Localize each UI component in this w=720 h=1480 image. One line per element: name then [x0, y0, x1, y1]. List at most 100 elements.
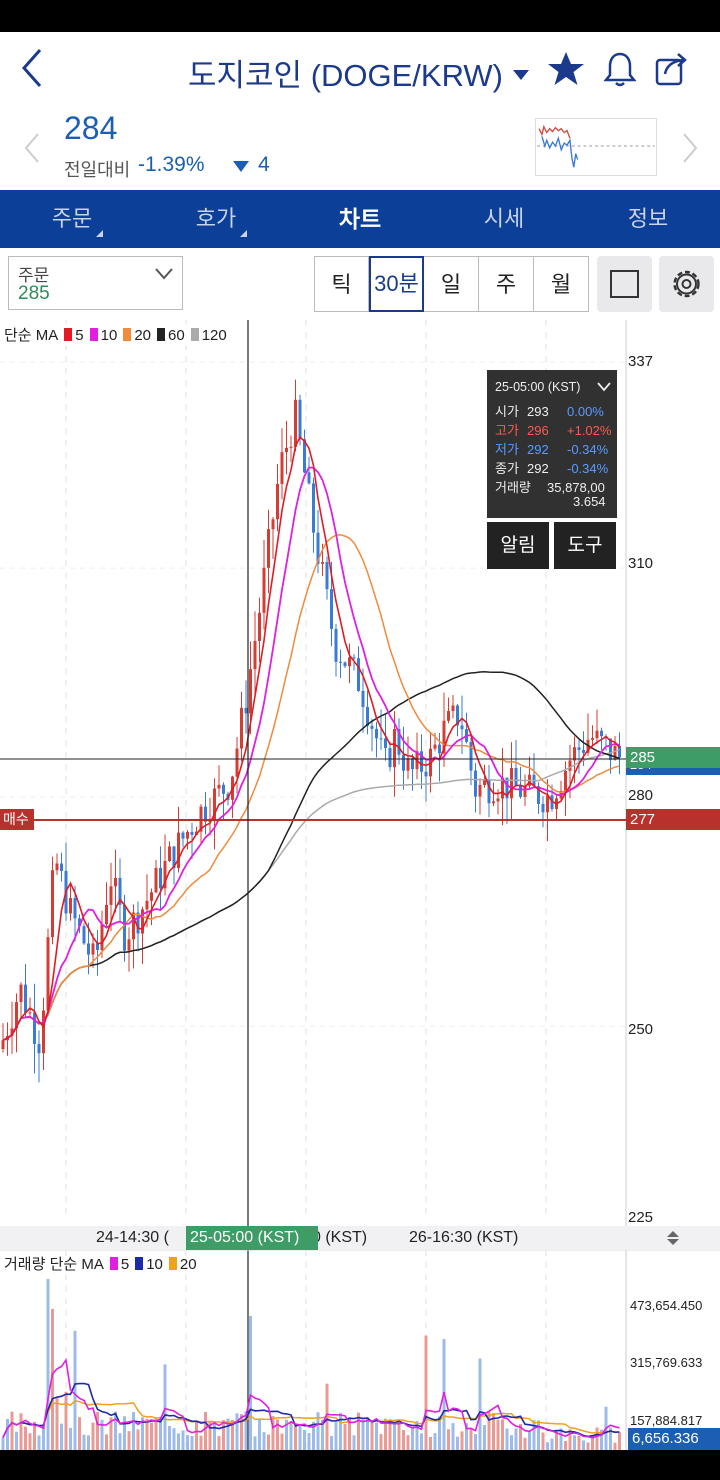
volume-bar [186, 1435, 189, 1450]
alarm-button[interactable]: 알림 [487, 522, 549, 569]
tools-button[interactable]: 도구 [554, 522, 616, 569]
ma120-label: 120 [201, 327, 227, 344]
volume-bar [235, 1413, 239, 1450]
ma60-swatch [157, 328, 165, 341]
mini-chart [535, 118, 657, 176]
candle-body [379, 738, 383, 740]
volume-bar [613, 1442, 617, 1450]
tab-quotes[interactable]: 시세 [432, 190, 576, 248]
volume-bar [393, 1424, 396, 1450]
volume-bar [586, 1442, 590, 1450]
volume-bar [253, 1436, 257, 1450]
back-chevron-icon[interactable] [18, 46, 48, 90]
ma-legend: 단순 MA 5 10 20 60 120 [4, 324, 227, 345]
bell-icon[interactable] [601, 50, 639, 88]
fullscreen-button[interactable] [597, 256, 652, 312]
volume-bar [294, 1426, 297, 1450]
volume-bar [37, 1435, 41, 1450]
candle-body [136, 912, 140, 934]
candle-body [438, 744, 441, 754]
volume-bar [505, 1428, 509, 1450]
candle-body [370, 725, 374, 729]
candle-body [37, 1043, 41, 1054]
volume-bar [298, 1423, 302, 1450]
candle-body [361, 690, 365, 707]
tab-chart[interactable]: 차트 [288, 190, 432, 248]
header: 도지코인 (DOGE/KRW) [0, 32, 720, 104]
candle-body [357, 658, 360, 691]
x-tick-left: 24-14:30 ( [96, 1229, 169, 1246]
volume-bar [15, 1431, 18, 1450]
tab-info[interactable]: 정보 [576, 190, 720, 248]
volume-bar [528, 1431, 531, 1450]
order-type-select[interactable]: 주문 285 [8, 256, 183, 310]
star-icon[interactable] [547, 50, 585, 88]
tab-chart-label: 차트 [338, 206, 382, 232]
candle-body [348, 657, 351, 667]
volume-bar [537, 1420, 540, 1450]
interval-30min[interactable]: 30분 [369, 256, 424, 312]
candle-body [510, 768, 513, 799]
crosshair-time-tag: 25-05:00 (KST) [186, 1226, 318, 1250]
volume-bar [406, 1435, 410, 1450]
share-icon[interactable] [653, 50, 691, 88]
next-coin-chevron-icon[interactable] [680, 132, 700, 164]
chevron-down-icon[interactable] [597, 382, 611, 392]
volume-bar [451, 1423, 455, 1450]
close-pct: -0.34% [567, 461, 609, 476]
volume-bar [402, 1429, 405, 1450]
price-chart[interactable]: 단순 MA5102060120 337 310 280 250 225 284 … [0, 320, 720, 1450]
volume-bar [420, 1433, 423, 1450]
volume-bar [190, 1436, 194, 1450]
close-value: 292 [527, 461, 549, 476]
resize-handle-icon[interactable] [666, 1230, 680, 1246]
volume-bar [118, 1433, 122, 1450]
volume-label: 거래량 [495, 480, 531, 495]
candle-body [82, 926, 86, 944]
candle-body [312, 483, 315, 533]
candle-body [96, 943, 99, 950]
candle-body [55, 863, 59, 871]
tab-orderbook[interactable]: 호가 [144, 190, 288, 248]
candle-body [451, 705, 455, 711]
change-label: 전일대비 [64, 160, 131, 180]
volume-bar [64, 1391, 68, 1450]
candle-body [321, 562, 324, 564]
tab-quotes-label: 시세 [483, 206, 525, 231]
vol-ma10-line [2, 1382, 620, 1438]
volume-legend-label: 거래량 단순 MA [4, 1256, 104, 1273]
ma120-swatch [190, 328, 199, 341]
interval-day[interactable]: 일 [424, 256, 479, 312]
volume-bar [69, 1427, 72, 1450]
interval-tick[interactable]: 틱 [314, 256, 369, 312]
interval-month[interactable]: 월 [534, 256, 589, 312]
candle-body [352, 657, 356, 659]
coin-selector[interactable]: 도지코인 (DOGE/KRW) [188, 50, 530, 95]
volume-bar [366, 1417, 369, 1450]
candle-body [474, 770, 477, 797]
candle-body [469, 741, 473, 771]
volume-bar [46, 1278, 50, 1450]
ma20-label: 20 [134, 327, 151, 344]
volume-bar [370, 1422, 374, 1450]
y-tick-225: 225 [628, 1209, 654, 1226]
prev-coin-chevron-icon[interactable] [22, 132, 42, 164]
settings-button[interactable] [659, 256, 714, 312]
tab-order[interactable]: 주문 [0, 190, 144, 248]
vol-ma20-swatch [168, 1257, 177, 1270]
candle-body [276, 483, 279, 520]
candle-body [618, 745, 621, 758]
interval-week[interactable]: 주 [479, 256, 534, 312]
volume-bar [375, 1422, 378, 1450]
volume-bar [258, 1419, 261, 1450]
volume-bar [289, 1421, 293, 1450]
volume-bar [618, 1432, 621, 1450]
volume-bar [379, 1434, 383, 1450]
candle-body [177, 832, 180, 869]
candle-body [222, 784, 225, 794]
volume-bar [456, 1436, 459, 1450]
volume-bar [433, 1433, 437, 1450]
volume-bar [195, 1421, 198, 1450]
candle-body [334, 628, 338, 662]
volume-bar [330, 1436, 333, 1450]
